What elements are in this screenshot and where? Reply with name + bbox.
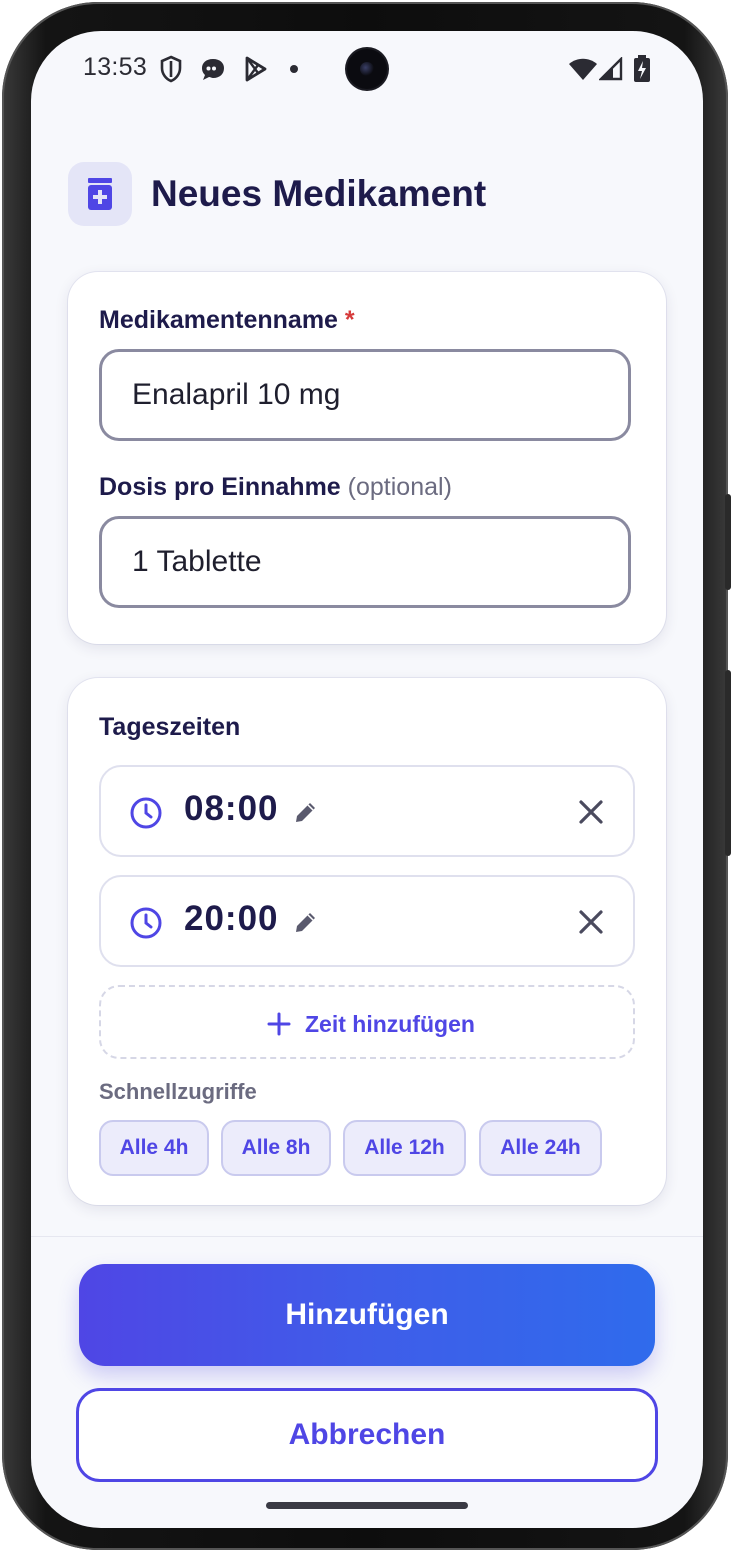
dose-label: Dosis pro Einnahme (optional) [99, 473, 452, 502]
home-indicator[interactable] [266, 1502, 468, 1509]
wifi-icon [569, 58, 597, 80]
dose-optional-hint: (optional) [347, 473, 452, 501]
medicine-bottle-icon [68, 162, 132, 226]
shield-icon [160, 55, 182, 83]
dose-label-text: Dosis pro Einnahme [99, 473, 341, 501]
quick-chip-12h[interactable]: Alle 12h [343, 1120, 466, 1176]
time-value: 20:00 [184, 899, 279, 938]
quick-chip-4h[interactable]: Alle 4h [99, 1120, 209, 1176]
dot-icon [290, 65, 298, 73]
quick-chip-8h[interactable]: Alle 8h [221, 1120, 331, 1176]
phone-frame: 13:53 Neues Medikament Medikamentenname … [2, 2, 731, 1550]
edit-pencil-icon[interactable] [293, 909, 319, 935]
battery-charging-icon [634, 55, 650, 82]
times-card: Tageszeiten 08:00 20:00 Zeit hinzufügen … [68, 678, 666, 1205]
submit-button[interactable]: Hinzufügen [79, 1264, 655, 1366]
signal-icon [599, 57, 623, 81]
dose-input[interactable]: 1 Tablette [99, 516, 631, 608]
required-mark: * [344, 306, 355, 334]
time-entry[interactable]: 08:00 [99, 765, 635, 857]
medication-name-label: Medikamentenname * [99, 306, 355, 335]
power-button [725, 670, 731, 856]
footer-divider [31, 1236, 703, 1237]
plus-icon [267, 1012, 291, 1036]
play-store-icon [245, 56, 267, 82]
times-section-label: Tageszeiten [99, 713, 241, 741]
edit-pencil-icon[interactable] [293, 799, 319, 825]
medication-card: Medikamentenname * Enalapril 10 mg Dosis… [68, 272, 666, 644]
medication-name-input[interactable]: Enalapril 10 mg [99, 349, 631, 441]
status-bar: 13:53 [31, 31, 703, 111]
quick-access-label: Schnellzugriffe [99, 1079, 257, 1104]
medication-name-label-text: Medikamentenname [99, 306, 338, 334]
cancel-button[interactable]: Abbrechen [76, 1388, 658, 1482]
status-time: 13:53 [83, 53, 148, 81]
clock-icon [130, 797, 162, 829]
remove-time-icon[interactable] [577, 798, 605, 826]
time-value: 08:00 [184, 789, 279, 828]
page-title: Neues Medikament [151, 173, 487, 214]
screen: 13:53 Neues Medikament Medikamentenname … [31, 31, 703, 1528]
front-camera [347, 49, 387, 89]
quick-chip-24h[interactable]: Alle 24h [479, 1120, 602, 1176]
volume-button [725, 494, 731, 590]
time-entry[interactable]: 20:00 [99, 875, 635, 967]
clock-icon [130, 907, 162, 939]
add-time-label: Zeit hinzufügen [305, 1011, 475, 1037]
chat-bubble-icon [202, 59, 224, 80]
add-time-button[interactable]: Zeit hinzufügen [99, 985, 635, 1059]
remove-time-icon[interactable] [577, 908, 605, 936]
